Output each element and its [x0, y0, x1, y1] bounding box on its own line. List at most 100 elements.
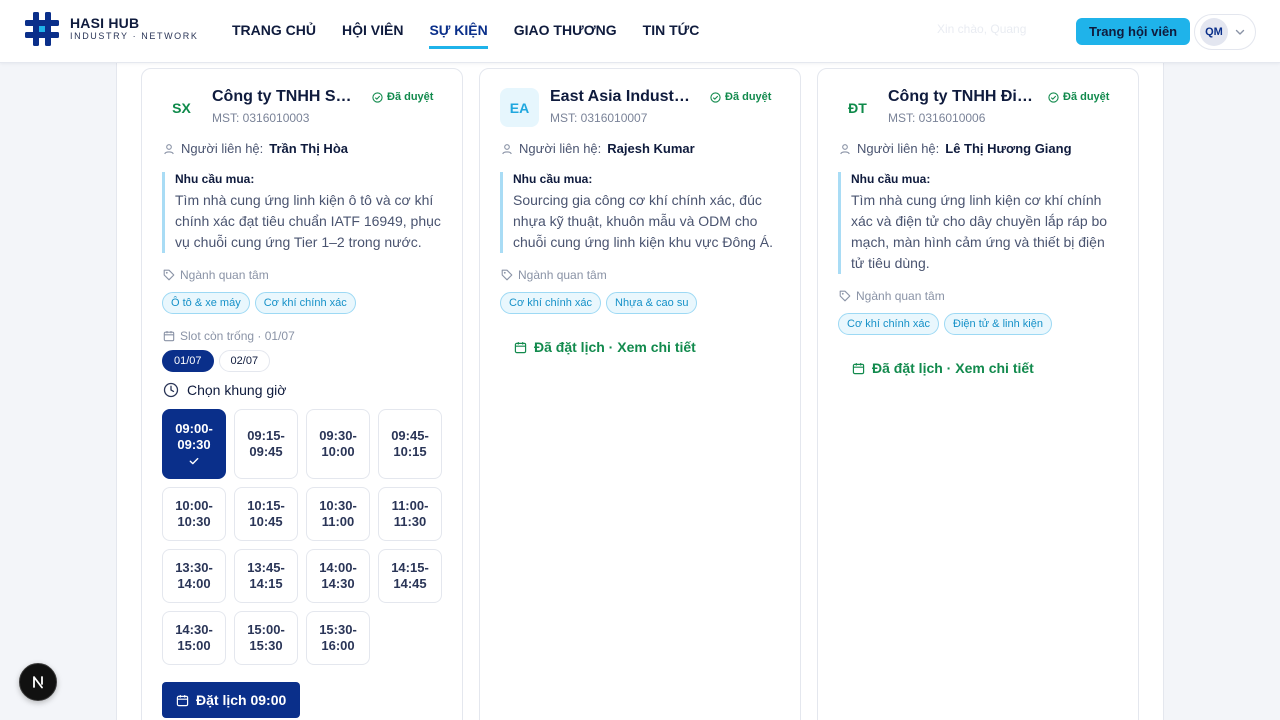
slot-end: 14:00: [177, 576, 211, 591]
booked-status-link[interactable]: Đã đặt lịch · Xem chi tiết: [852, 360, 1034, 376]
book-meeting-button[interactable]: Đặt lịch 09:00: [162, 682, 301, 718]
user-menu[interactable]: QM: [1194, 14, 1256, 50]
date-tab[interactable]: 02/07: [218, 350, 271, 372]
check-icon: [189, 457, 199, 465]
slot-start: 14:00-: [319, 560, 357, 575]
industry-tag: Cơ khí chính xác: [254, 292, 356, 314]
slot-end: 16:00: [321, 638, 355, 653]
time-picker-heading: Chọn khung giờ: [163, 382, 286, 398]
status-text: Đã duyệt: [1063, 91, 1110, 103]
industry-tags: Cơ khí chính xác Nhựa & cao su: [500, 292, 698, 314]
check-circle-icon: [1048, 91, 1059, 103]
slot-end: 11:00: [321, 514, 355, 529]
nav-item-tin-tuc[interactable]: TIN TỨC: [643, 22, 700, 49]
need-label: Nhu cầu mua:: [513, 172, 593, 186]
time-slot[interactable]: 10:30- 11:00: [306, 487, 370, 541]
member-page-button[interactable]: Trang hội viên: [1076, 18, 1191, 45]
slot-end: 14:15: [249, 576, 283, 591]
nextjs-dev-indicator-button[interactable]: [19, 663, 57, 701]
time-slot[interactable]: 09:00- 09:30: [162, 409, 226, 479]
company-name[interactable]: Công ty TNHH Sản xuất: [212, 88, 358, 106]
time-slot[interactable]: 11:00- 11:30: [378, 487, 442, 541]
slot-start: 10:00-: [175, 498, 213, 513]
nav-item-trang-chu[interactable]: TRANG CHỦ: [232, 22, 316, 49]
slot-start: 10:15-: [247, 498, 285, 513]
slot-end: 10:45: [249, 514, 283, 529]
nav-item-hoi-vien[interactable]: HỘI VIÊN: [342, 22, 403, 49]
nav-item-su-kien[interactable]: SỰ KIỆN: [429, 22, 488, 49]
nav-item-giao-thuong[interactable]: GIAO THƯƠNG: [514, 22, 617, 49]
company-initials-badge: ĐT: [838, 88, 877, 127]
interest-heading: Ngành quan tâm: [163, 268, 269, 282]
user-icon: [502, 143, 512, 154]
time-slot[interactable]: 10:15- 10:45: [234, 487, 298, 541]
status-badge: Đã duyệt: [1048, 91, 1109, 103]
slot-end: 14:30: [321, 576, 355, 591]
time-slot[interactable]: 15:30- 16:00: [306, 611, 370, 665]
industry-tag: Điện tử & linh kiện: [944, 313, 1052, 335]
industry-tag: Ô tô & xe máy: [162, 292, 250, 314]
slot-start: 15:00-: [247, 622, 285, 637]
time-slot[interactable]: 14:30- 15:00: [162, 611, 226, 665]
slot-start: 09:15-: [247, 428, 285, 443]
slot-end: 14:45: [393, 576, 427, 591]
contact-name: Trần Thị Hòa: [269, 141, 348, 156]
booked-text: Đã đặt lịch · Xem chi tiết: [872, 360, 1034, 376]
slot-end: 10:30: [177, 514, 211, 529]
user-icon: [164, 143, 174, 154]
industry-tags: Ô tô & xe máy Cơ khí chính xác: [162, 292, 356, 314]
need-label: Nhu cầu mua:: [851, 172, 931, 186]
slot-start: 09:45-: [391, 428, 429, 443]
available-slots-heading: Slot còn trống · 01/07: [163, 329, 295, 343]
hasi-hub-logo[interactable]: [25, 12, 59, 46]
slot-label: Slot còn trống · 01/07: [180, 329, 295, 343]
greeting-text: Xin chào, Quang: [937, 22, 1027, 36]
time-slot[interactable]: 09:45- 10:15: [378, 409, 442, 479]
purchase-need: Nhu cầu mua: Tìm nhà cung ứng linh kiện …: [162, 172, 444, 253]
slot-start: 10:30-: [319, 498, 357, 513]
purchase-need: Nhu cầu mua: Tìm nhà cung ứng linh kiện …: [838, 172, 1120, 274]
time-slot[interactable]: 13:45- 14:15: [234, 549, 298, 603]
time-slot[interactable]: 09:30- 10:00: [306, 409, 370, 479]
company-name[interactable]: Công ty TNHH Điện tử: [888, 88, 1034, 106]
company-initials-badge: SX: [162, 88, 201, 127]
brand-name[interactable]: HASI HUB: [70, 15, 139, 31]
date-tab[interactable]: 01/07: [162, 350, 214, 372]
tax-code: MST: 0316010006: [888, 111, 986, 125]
date-tabs: 01/07 02/07: [162, 350, 271, 372]
tax-code: MST: 0316010003: [212, 111, 310, 125]
slot-start: 14:30-: [175, 622, 213, 637]
status-badge: Đã duyệt: [710, 91, 771, 103]
time-slot[interactable]: 09:15- 09:45: [234, 409, 298, 479]
slot-end: 09:45: [249, 444, 283, 459]
calendar-icon: [514, 341, 527, 353]
slot-start: 09:00-: [175, 421, 213, 436]
calendar-icon: [176, 694, 189, 706]
need-text: Sourcing gia công cơ khí chính xác, đúc …: [513, 192, 774, 250]
company-initials-badge: EA: [500, 88, 539, 127]
time-slot[interactable]: 14:15- 14:45: [378, 549, 442, 603]
avatar: QM: [1200, 18, 1228, 46]
time-slot[interactable]: 10:00- 10:30: [162, 487, 226, 541]
contact-prefix: Người liên hệ:: [181, 141, 264, 156]
tag-icon: [163, 269, 175, 281]
interest-label: Ngành quan tâm: [518, 268, 607, 282]
status-badge: Đã duyệt: [372, 91, 433, 103]
time-slot[interactable]: 15:00- 15:30: [234, 611, 298, 665]
slot-end: 15:30: [249, 638, 283, 653]
interest-heading: Ngành quan tâm: [501, 268, 607, 282]
slot-end: 10:15: [393, 444, 427, 459]
slot-end: 11:30: [393, 514, 427, 529]
time-slot[interactable]: 14:00- 14:30: [306, 549, 370, 603]
interest-heading: Ngành quan tâm: [839, 289, 945, 303]
tax-code: MST: 0316010007: [550, 111, 648, 125]
interest-label: Ngành quan tâm: [856, 289, 945, 303]
tag-icon: [501, 269, 513, 281]
booked-status-link[interactable]: Đã đặt lịch · Xem chi tiết: [514, 339, 696, 355]
calendar-icon: [852, 362, 865, 374]
company-name[interactable]: East Asia Industrial Sourcing: [550, 88, 696, 106]
buyer-card: SX Công ty TNHH Sản xuất Đã duyệt MST: 0…: [141, 68, 463, 720]
time-slot[interactable]: 13:30- 14:00: [162, 549, 226, 603]
book-button-label: Đặt lịch 09:00: [196, 692, 287, 708]
top-header: HASI HUB INDUSTRY · NETWORK TRANG CHỦ HỘ…: [0, 0, 1280, 63]
